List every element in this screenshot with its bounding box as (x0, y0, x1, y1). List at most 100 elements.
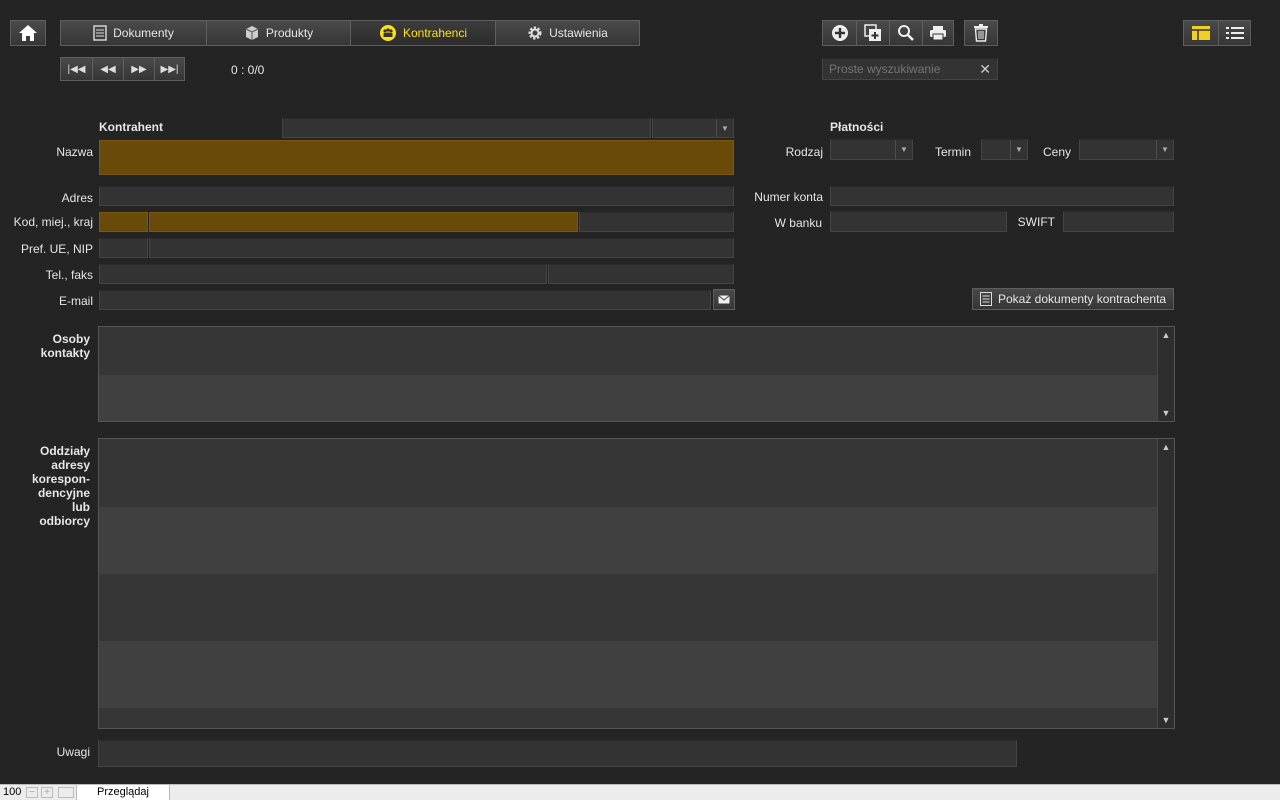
chevron-down-icon: ▼ (895, 140, 912, 159)
term-dropdown[interactable]: ▼ (981, 139, 1028, 160)
search-box: ✕ (822, 58, 998, 80)
button-label: Pokaż dokumenty kontrachenta (998, 292, 1167, 306)
bank-field[interactable] (830, 211, 1007, 232)
email-field[interactable] (99, 290, 711, 310)
eu-prefix-field[interactable] (99, 238, 148, 258)
account-number-field[interactable] (830, 186, 1174, 206)
notes-label: Uwagi (56, 745, 90, 759)
list-view-button[interactable] (1218, 21, 1250, 45)
list-item[interactable] (99, 327, 1157, 375)
list-view-icon (1225, 27, 1244, 39)
city-field[interactable] (149, 212, 578, 232)
last-record-icon[interactable]: ▶▶| (154, 58, 184, 80)
zoom-in-icon[interactable]: + (41, 787, 53, 798)
tab-label: Produkty (265, 26, 314, 40)
chevron-down-icon: ▼ (1156, 140, 1173, 159)
nip-field[interactable] (149, 238, 734, 258)
name-field[interactable] (99, 140, 734, 175)
vat-label: Pref. UE, NIP (20, 242, 93, 256)
branches-label-line: Oddziały (39, 444, 90, 458)
tab-label: Ustawienia (549, 26, 608, 40)
tab-label: Kontrahenci (402, 26, 468, 40)
prices-dropdown[interactable]: ▼ (1079, 139, 1174, 160)
envelope-icon (718, 295, 730, 304)
document-icon (93, 25, 107, 41)
chevron-down-icon: ▼ (716, 119, 733, 137)
contacts-label-line: Osoby (52, 332, 90, 346)
show-contractor-documents-button[interactable]: Pokaż dokumenty kontrachenta (972, 288, 1174, 310)
plus-circle-icon (831, 25, 848, 41)
country-field[interactable] (579, 212, 734, 232)
phone-field[interactable] (99, 264, 547, 284)
record-counter: 0 : 0/0 (231, 63, 265, 77)
send-email-button[interactable] (713, 289, 735, 310)
branches-label-line: korespon- (31, 472, 90, 486)
clear-search-icon[interactable]: ✕ (979, 61, 991, 77)
search-input[interactable] (829, 61, 969, 77)
status-bar: 100 − + Przeglądaj (0, 784, 1280, 800)
form-view-icon (1192, 26, 1210, 40)
list-item[interactable] (99, 708, 1157, 728)
scroll-down-icon[interactable]: ▼ (1158, 405, 1174, 421)
zoom-level: 100 (3, 786, 22, 798)
chevron-down-icon: ▼ (1010, 140, 1027, 159)
home-icon (19, 25, 37, 41)
address-field[interactable] (99, 186, 734, 206)
search-button[interactable] (889, 21, 922, 45)
tab-ustawienia[interactable]: Ustawienia (495, 21, 639, 45)
previous-record-icon[interactable]: ◀◀ (92, 58, 123, 80)
contacts-list[interactable]: ▲ ▼ (98, 326, 1175, 422)
list-item[interactable] (99, 375, 1157, 421)
home-button[interactable] (10, 20, 46, 46)
list-item[interactable] (99, 439, 1157, 507)
section-contractor-title: Kontrahent (99, 120, 163, 134)
duplicate-icon (864, 24, 881, 41)
payment-type-label: Rodzaj (785, 145, 823, 159)
swift-label: SWIFT (1017, 215, 1055, 229)
scroll-up-icon[interactable]: ▲ (1158, 327, 1174, 343)
payment-type-dropdown[interactable]: ▼ (830, 139, 913, 160)
contacts-icon (379, 25, 396, 41)
tab-produkty[interactable]: Produkty (206, 21, 350, 45)
add-button[interactable] (823, 21, 856, 45)
list-item[interactable] (99, 641, 1157, 708)
address-label: Adres (61, 191, 93, 205)
zoom-out-icon[interactable]: − (26, 787, 38, 798)
contractor-group-field[interactable] (282, 118, 651, 138)
fax-field[interactable] (548, 264, 734, 284)
first-record-icon[interactable]: |◀◀ (61, 58, 92, 80)
contacts-scrollbar[interactable]: ▲ ▼ (1157, 327, 1174, 421)
scroll-up-icon[interactable]: ▲ (1158, 439, 1174, 455)
form-view-button[interactable] (1184, 21, 1218, 45)
trash-icon (974, 24, 988, 42)
toggle-toolbar-icon[interactable] (58, 787, 74, 798)
name-label: Nazwa (56, 145, 93, 159)
tab-label: Dokumenty (113, 26, 174, 40)
account-number-label: Numer konta (754, 190, 823, 204)
box-icon (245, 26, 259, 40)
list-item[interactable] (99, 507, 1157, 574)
tab-kontrahenci[interactable]: Kontrahenci (350, 21, 495, 45)
delete-button[interactable] (964, 20, 998, 46)
view-toggle (1183, 20, 1251, 46)
duplicate-button[interactable] (856, 21, 889, 45)
branches-label-line: adresy (51, 458, 90, 472)
mode-indicator[interactable]: Przeglądaj (76, 785, 170, 800)
list-item[interactable] (99, 574, 1157, 641)
term-label: Termin (934, 145, 971, 159)
scroll-down-icon[interactable]: ▼ (1158, 712, 1174, 728)
swift-field[interactable] (1063, 211, 1174, 232)
notes-field[interactable] (98, 740, 1017, 767)
print-button[interactable] (922, 21, 953, 45)
branches-scrollbar[interactable]: ▲ ▼ (1157, 439, 1174, 728)
contractor-type-dropdown[interactable]: ▼ (652, 118, 734, 138)
postal-code-field[interactable] (99, 212, 148, 232)
contacts-label: Osoby kontakty (10, 332, 90, 360)
tab-dokumenty[interactable]: Dokumenty (61, 21, 206, 45)
prices-label: Ceny (1042, 145, 1071, 159)
next-record-icon[interactable]: ▶▶ (123, 58, 154, 80)
section-payments-title: Płatności (830, 120, 884, 134)
postal-label: Kod, miej., kraj (13, 215, 93, 229)
main-nav: Dokumenty Produkty Kontrahenci Ustawieni… (60, 20, 640, 46)
branches-list[interactable]: ▲ ▼ (98, 438, 1175, 729)
